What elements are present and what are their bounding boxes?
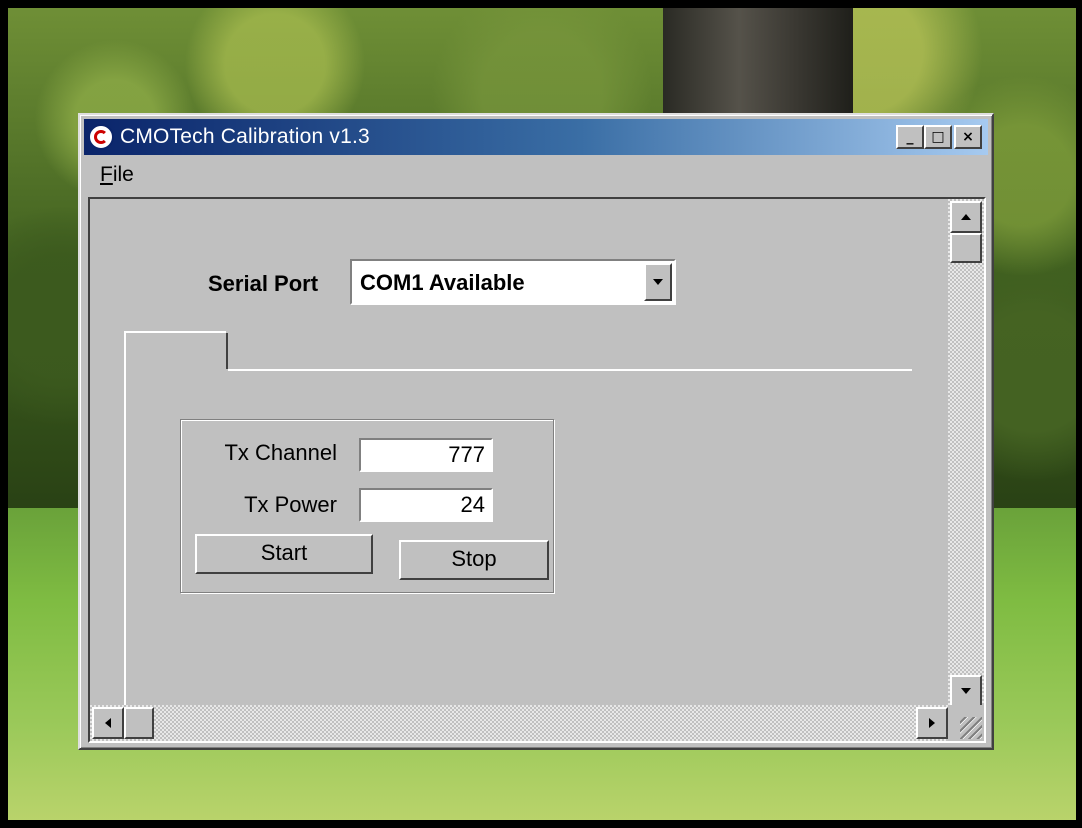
maximize-icon: □ (931, 129, 945, 145)
tx-power-label: Tx Power (244, 492, 337, 517)
vertical-scrollbar[interactable] (948, 199, 984, 707)
maximize-button[interactable]: □ (924, 125, 952, 149)
arrow-left-icon (105, 718, 111, 728)
tab-header[interactable] (124, 331, 226, 333)
serial-port-select[interactable]: COM1 Available (350, 259, 676, 305)
client-area: Serial Port COM1 Available Tx Channel 77… (88, 197, 986, 743)
minimize-icon: _ (906, 129, 914, 145)
close-icon: × (962, 129, 974, 145)
scroll-left-button[interactable] (92, 707, 124, 739)
resize-grip[interactable] (948, 705, 984, 741)
menu-file[interactable]: File (100, 163, 134, 186)
scroll-up-button[interactable] (950, 201, 982, 233)
tx-power-input[interactable]: 24 (359, 488, 493, 522)
cmotech-app-icon[interactable] (88, 124, 114, 150)
serial-port-label: Serial Port (208, 271, 319, 296)
horizontal-scroll-thumb[interactable] (124, 707, 154, 739)
arrow-right-icon (929, 718, 935, 728)
caption-buttons: _ □ × (896, 125, 982, 149)
start-button[interactable]: Start (195, 534, 373, 574)
menu-file-accelerator: F (100, 163, 113, 186)
menu-file-label: ile (112, 163, 134, 186)
chevron-down-icon (653, 279, 663, 285)
tab-control-border (124, 331, 126, 741)
serial-port-dropdown-button[interactable] (644, 263, 672, 301)
window-title: CMOTech Calibration v1.3 (120, 125, 370, 148)
minimize-button[interactable]: _ (896, 125, 924, 149)
tab-strip-line (228, 369, 912, 371)
tx-channel-label: Tx Channel (224, 440, 337, 465)
tab-header-edge (226, 333, 228, 369)
horizontal-scrollbar[interactable] (90, 705, 950, 741)
arrow-up-icon (961, 214, 971, 220)
resize-grip-icon (960, 717, 982, 739)
vertical-scroll-thumb[interactable] (950, 233, 982, 263)
wallpaper-tree-trunk (663, 8, 853, 128)
tx-group-box: Tx Channel 777 Tx Power 24 Start Stop (180, 419, 554, 593)
serial-port-value: COM1 Available (360, 270, 525, 295)
scroll-right-button[interactable] (916, 707, 948, 739)
tx-channel-input[interactable]: 777 (359, 438, 493, 472)
close-button[interactable]: × (954, 125, 982, 149)
menu-bar: File (100, 163, 134, 187)
calibration-window: CMOTech Calibration v1.3 _ □ × File Seri… (78, 113, 994, 750)
scroll-down-button[interactable] (950, 675, 982, 707)
arrow-down-icon (961, 688, 971, 694)
title-bar[interactable]: CMOTech Calibration v1.3 _ □ × (84, 119, 988, 155)
stop-button[interactable]: Stop (399, 540, 549, 580)
